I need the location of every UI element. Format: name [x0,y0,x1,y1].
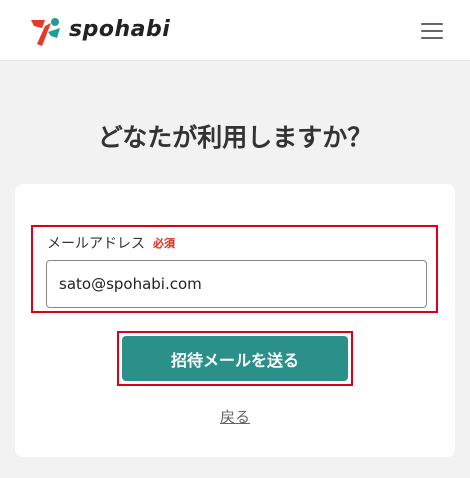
spohabi-logo[interactable]: spohabi [29,14,179,48]
email-label: メールアドレス [47,236,145,252]
required-badge: 必須 [153,237,175,250]
back-link[interactable]: 戻る [15,406,455,427]
app-header: spohabi [0,0,470,61]
menu-line [421,37,443,39]
page-title: どなたが利用しますか？ [97,123,373,152]
send-invite-button[interactable]: 招待メールを送る [122,336,348,381]
email-input[interactable] [46,260,427,308]
send-button-highlight: 招待メールを送る [117,331,353,386]
hamburger-menu-icon[interactable] [421,23,443,39]
email-field-highlight: メールアドレス 必須 [31,225,438,313]
logo-text: spohabi [69,17,171,42]
menu-line [421,23,443,25]
logo-mark-icon [31,18,60,46]
invite-form-card: メールアドレス 必須 招待メールを送る 戻る [15,184,455,457]
menu-line [421,30,443,32]
